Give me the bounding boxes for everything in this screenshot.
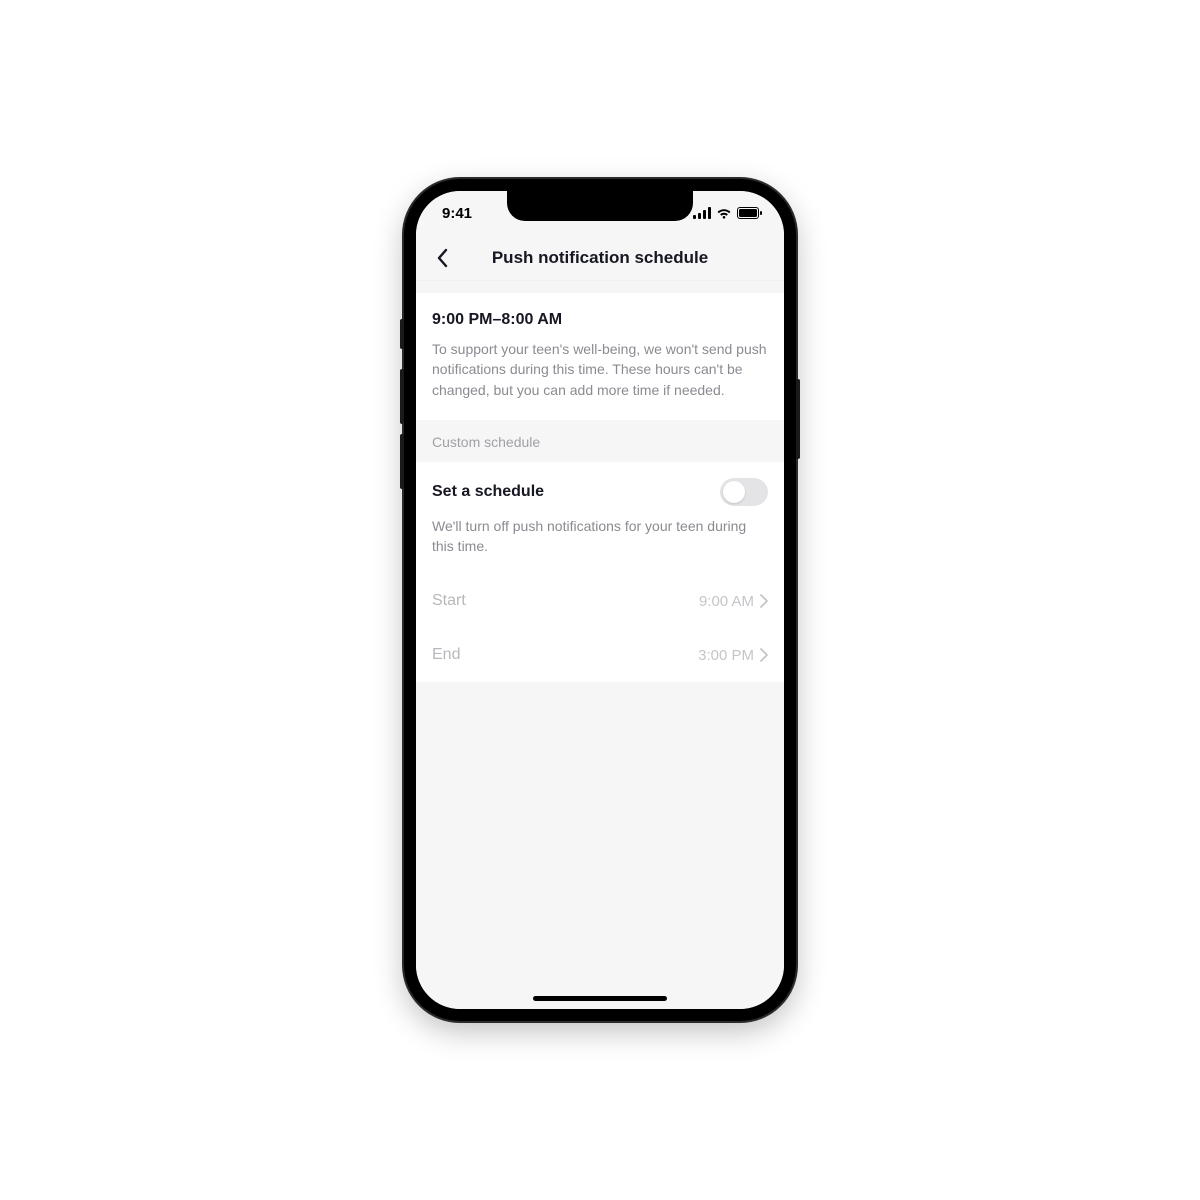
page-title: Push notification schedule [492, 248, 708, 268]
default-schedule-section: 9:00 PM–8:00 AM To support your teen's w… [416, 293, 784, 420]
default-schedule-range: 9:00 PM–8:00 AM [432, 311, 768, 329]
battery-icon [737, 207, 762, 219]
volume-down-button [400, 434, 404, 489]
set-schedule-description: We'll turn off push notifications for yo… [432, 516, 768, 557]
toggle-knob [723, 481, 745, 503]
status-time: 9:41 [442, 205, 472, 222]
set-schedule-toggle[interactable] [720, 478, 768, 506]
chevron-right-icon [760, 594, 768, 608]
home-indicator[interactable] [533, 996, 667, 1001]
start-time-label: Start [432, 592, 466, 610]
back-button[interactable] [426, 242, 458, 274]
chevron-left-icon [436, 248, 448, 268]
end-time-value: 3:00 PM [698, 647, 754, 664]
content: 9:00 PM–8:00 AM To support your teen's w… [416, 281, 784, 1009]
phone-frame: 9:41 [404, 179, 796, 1021]
mute-switch [400, 319, 404, 349]
volume-up-button [400, 369, 404, 424]
nav-header: Push notification schedule [416, 235, 784, 281]
screen: 9:41 [416, 191, 784, 1009]
cellular-icon [693, 207, 711, 219]
set-schedule-title: Set a schedule [432, 483, 544, 501]
set-schedule-section: Set a schedule We'll turn off push notif… [416, 462, 784, 575]
power-button [796, 379, 800, 459]
chevron-right-icon [760, 648, 768, 662]
start-time-row[interactable]: Start 9:00 AM [416, 574, 784, 628]
time-rows: Start 9:00 AM End 3:00 PM [416, 574, 784, 682]
default-schedule-description: To support your teen's well-being, we wo… [432, 339, 768, 400]
end-time-label: End [432, 646, 460, 664]
end-time-row[interactable]: End 3:00 PM [416, 628, 784, 682]
notch [507, 191, 693, 221]
custom-schedule-label: Custom schedule [416, 420, 784, 462]
wifi-icon [716, 207, 732, 219]
start-time-value: 9:00 AM [699, 593, 754, 610]
status-indicators [693, 207, 762, 219]
